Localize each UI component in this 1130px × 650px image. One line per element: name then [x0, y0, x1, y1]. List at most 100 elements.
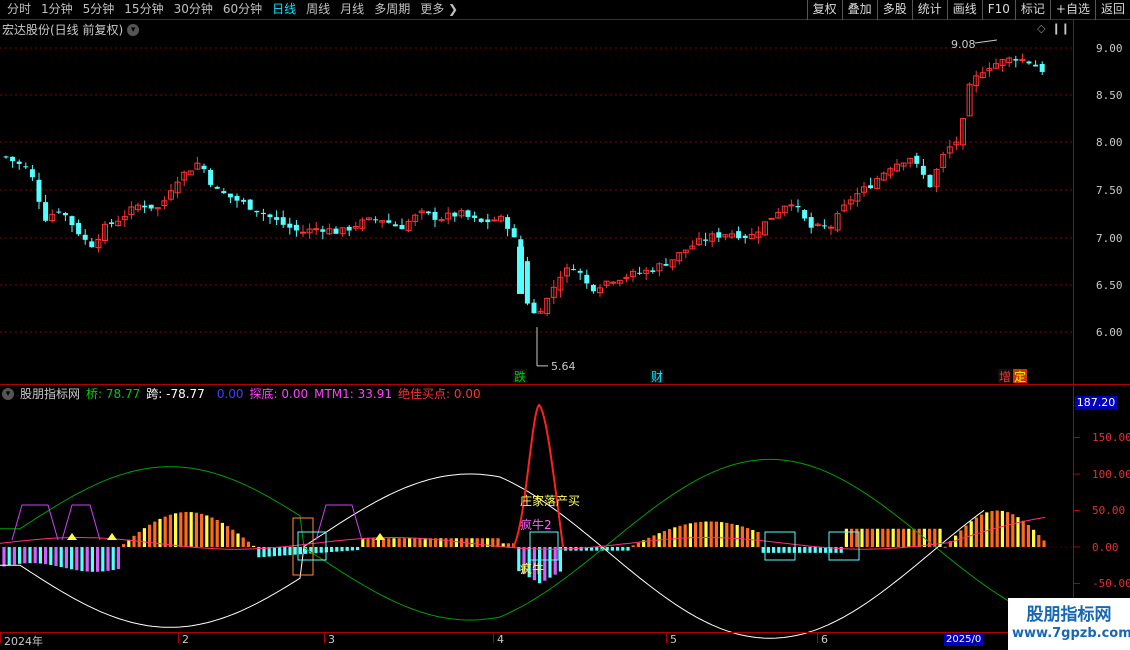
histogram-bar [75, 547, 79, 571]
annotation-text: 疯牛 [520, 561, 544, 576]
candle-body [300, 231, 306, 234]
histogram-bar [246, 541, 250, 547]
histogram-bar [808, 547, 812, 553]
histogram-bar [730, 523, 734, 547]
histogram-bar [116, 547, 120, 569]
candle-body [425, 211, 431, 214]
candle-body [802, 210, 808, 219]
price-y-label: 7.50 [1096, 184, 1123, 197]
histogram-bar [122, 544, 126, 547]
candle-body [386, 220, 392, 223]
histogram-bar [709, 521, 713, 547]
histogram-bar [902, 528, 906, 547]
candle-body [293, 224, 299, 231]
histogram-bar [995, 510, 999, 547]
candle-body [346, 226, 352, 231]
histogram-bar [418, 538, 422, 547]
white-line [0, 473, 985, 639]
date-tick [493, 633, 494, 643]
y-axis-separator [1073, 20, 1074, 632]
candle-body [399, 224, 405, 230]
candle-body [1039, 63, 1045, 72]
value-label: 桥 [86, 387, 99, 401]
histogram-bar [855, 528, 859, 547]
candle-body [491, 219, 498, 222]
histogram-bar [673, 527, 677, 547]
histogram-bar [12, 547, 16, 565]
signal-box [764, 531, 796, 561]
histogram-bar [38, 547, 42, 564]
price-y-label: 6.00 [1096, 326, 1123, 339]
histogram-bar [980, 514, 984, 547]
histogram-bar [470, 538, 474, 547]
histogram-bar [366, 538, 370, 547]
candle-body [274, 217, 280, 220]
indicator-y-label: 0.00 [1092, 541, 1119, 554]
histogram-bar [548, 547, 552, 578]
candle-body [531, 302, 537, 314]
histogram-bar [272, 547, 276, 557]
date-tick [0, 633, 1, 643]
candle-body [637, 272, 643, 274]
date-end-label: 2025/0 [944, 634, 984, 646]
histogram-bar [475, 538, 479, 547]
candle-body [82, 234, 88, 240]
histogram-bar [886, 528, 890, 547]
histogram-bar [49, 547, 53, 565]
date-tick [324, 633, 325, 643]
candle-body [10, 156, 16, 162]
candle-body [465, 210, 471, 217]
histogram-bar [168, 514, 172, 547]
histogram-bar [974, 517, 978, 547]
date-label: 4 [497, 633, 504, 646]
candle-body [287, 223, 293, 228]
candle-body [333, 228, 339, 234]
histogram-bar [735, 525, 739, 547]
candle-body [89, 241, 95, 248]
histogram-bar [163, 516, 167, 547]
histogram-bar [387, 538, 391, 547]
histogram-bar [298, 547, 302, 555]
candle-body [320, 229, 326, 232]
indicator-name[interactable]: 股朋指标网 [20, 386, 80, 402]
histogram-bar [616, 547, 620, 551]
histogram-bar [179, 512, 183, 547]
candle-body [247, 199, 253, 210]
candle-body [584, 274, 590, 284]
histogram-bar [226, 526, 230, 547]
histogram-bar [28, 547, 32, 564]
candle-body [267, 214, 273, 218]
event-tag: 跌 [514, 369, 526, 384]
indicator-title: ▾ 股朋指标网 桥: 78.77 跨: -78.77 0.00 探底: 0.00… [2, 386, 481, 402]
histogram-bar [158, 518, 162, 547]
indicator-value-best-buy: 绝佳买点: 0.00 [398, 387, 481, 401]
histogram-bar [184, 511, 188, 547]
candle-body [29, 169, 35, 178]
histogram-bar [881, 528, 885, 547]
candle-body [234, 195, 240, 201]
histogram-bar [652, 535, 656, 547]
date-label: 6 [821, 633, 828, 646]
histogram-bar [200, 513, 204, 547]
signal-box [828, 531, 860, 561]
candle-body [260, 212, 266, 215]
candle-body [43, 202, 49, 221]
dropdown-icon[interactable]: ▾ [2, 388, 14, 400]
histogram-bar [746, 528, 750, 547]
histogram-bar [127, 539, 131, 547]
histogram-bar [865, 528, 869, 547]
histogram-bar [371, 538, 375, 547]
histogram-bar [2, 547, 6, 567]
indicator-y-label: -50.00 [1092, 577, 1130, 590]
candle-body [36, 179, 42, 202]
histogram-bar [876, 528, 880, 547]
candle-body [703, 239, 709, 241]
histogram-bar [314, 547, 318, 554]
histogram-bar [850, 528, 854, 547]
histogram-bar [293, 547, 297, 555]
histogram-bar [636, 542, 640, 547]
histogram-bar [844, 528, 848, 547]
histogram-bar [751, 529, 755, 547]
histogram-bar [174, 513, 178, 547]
candle-body [485, 219, 491, 223]
